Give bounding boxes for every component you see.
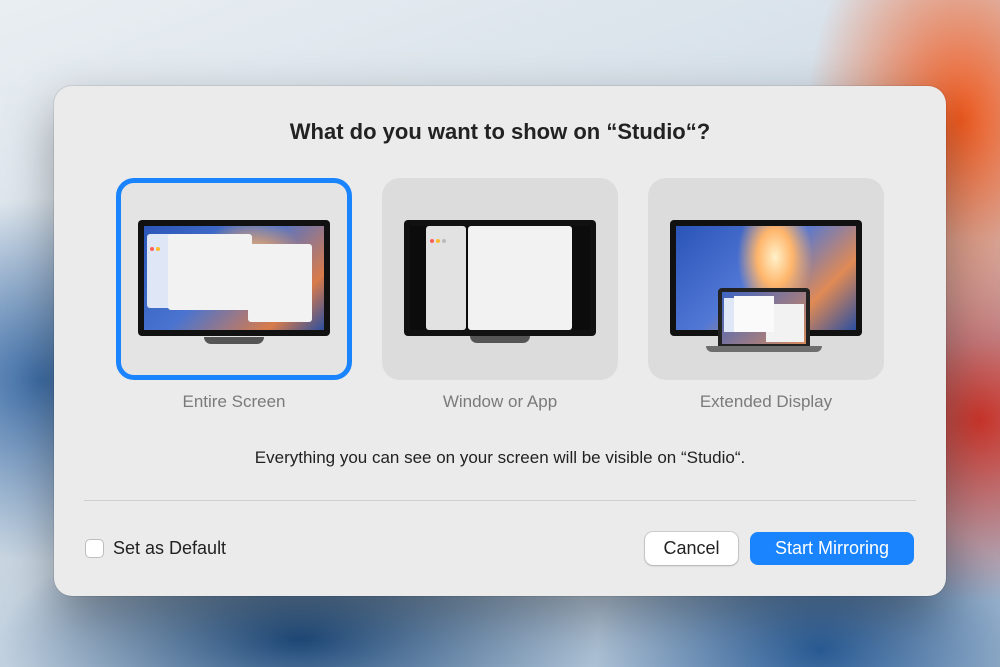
start-mirroring-button[interactable]: Start Mirroring — [750, 532, 914, 565]
entire-screen-tile[interactable] — [116, 178, 352, 380]
window-or-app-label: Window or App — [442, 392, 558, 411]
monitor-window-icon — [404, 220, 596, 336]
set-as-default-checkbox[interactable] — [85, 539, 104, 558]
mirroring-description: Everything you can see on your screen wi… — [254, 448, 746, 467]
cancel-button[interactable]: Cancel — [645, 532, 738, 565]
dialog-title: What do you want to show on “Studio“? — [289, 119, 711, 144]
option-window-or-app[interactable]: Window or App — [382, 178, 618, 412]
laptop-icon — [718, 288, 810, 346]
screen-mirroring-dialog: What do you want to show on “Studio“? En… — [54, 86, 946, 596]
option-extended-display[interactable]: Extended Display — [648, 178, 884, 412]
extended-display-tile[interactable] — [648, 178, 884, 380]
set-as-default[interactable]: Set as Default — [85, 538, 226, 559]
monitor-icon — [138, 220, 330, 336]
set-as-default-label: Set as Default — [113, 538, 227, 558]
option-entire-screen[interactable]: Entire Screen — [116, 178, 352, 412]
entire-screen-label: Entire Screen — [182, 392, 286, 411]
divider — [84, 500, 916, 501]
extended-display-label: Extended Display — [699, 392, 833, 411]
window-or-app-tile[interactable] — [382, 178, 618, 380]
